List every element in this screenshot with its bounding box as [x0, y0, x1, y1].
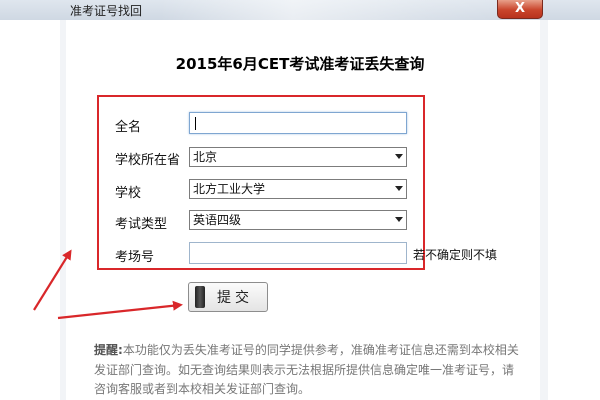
- annotation-arrows: [33, 249, 183, 320]
- arrow-to-form: [33, 249, 72, 311]
- arrow-to-submit: [57, 300, 183, 320]
